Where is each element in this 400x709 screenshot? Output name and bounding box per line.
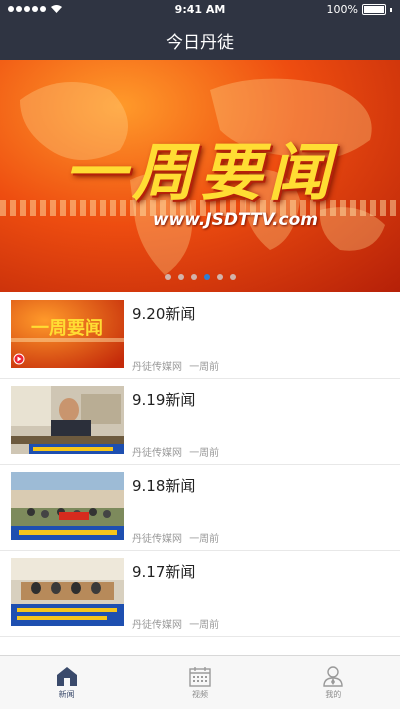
pager-dot[interactable] — [216, 274, 223, 280]
user-icon — [323, 666, 344, 687]
news-time: 一周前 — [189, 448, 220, 459]
banner-carousel[interactable]: 一周要闻 www.JSDTTV.com — [0, 60, 400, 292]
news-thumbnail — [11, 386, 124, 454]
news-thumbnail — [11, 472, 124, 540]
battery-percent: 100% — [326, 3, 358, 16]
tab-label: 新闻 — [58, 690, 75, 699]
news-title: 9.18新闻 — [132, 477, 196, 495]
news-meta: 丹徒传媒网 一周前 — [132, 530, 219, 545]
tab-label: 我的 — [325, 690, 342, 699]
news-time: 一周前 — [189, 362, 220, 373]
battery-icon — [362, 4, 386, 15]
tab-label: 视频 — [191, 690, 208, 699]
carousel-pager — [0, 274, 400, 280]
pager-dot[interactable] — [229, 274, 236, 280]
banner-url: www.JSDTTV.com — [152, 210, 318, 230]
news-item[interactable]: 9.18新闻 丹徒传媒网 一周前 — [0, 464, 400, 551]
news-item[interactable]: 一周要闻 9.20新闻 丹徒传媒网 一周前 — [0, 292, 400, 379]
news-time: 一周前 — [189, 534, 220, 545]
status-bar: 9:41 AM 100% — [0, 0, 400, 20]
pager-dot[interactable] — [164, 274, 171, 280]
tab-video[interactable]: 视频 — [133, 656, 266, 709]
page-title: 今日丹徒 — [166, 32, 234, 53]
news-item[interactable]: 9.17新闻 丹徒传媒网 一周前 — [0, 550, 400, 637]
news-source: 丹徒传媒网 — [132, 534, 182, 545]
news-meta: 丹徒传媒网 一周前 — [132, 616, 219, 631]
news-list[interactable]: 一周要闻 9.20新闻 丹徒传媒网 一周前 9.19新闻 丹徒传媒网 一周前 9… — [0, 292, 400, 655]
news-time: 一周前 — [189, 620, 220, 631]
battery-indicator: 100% — [327, 3, 392, 16]
news-source: 丹徒传媒网 — [132, 448, 182, 459]
news-title: 9.19新闻 — [132, 391, 196, 409]
tab-news[interactable]: 新闻 — [0, 656, 133, 709]
home-icon — [56, 667, 77, 686]
banner-headline: 一周要闻 — [63, 136, 336, 209]
news-title: 9.20新闻 — [132, 305, 196, 323]
nav-bar: 今日丹徒 — [0, 20, 400, 60]
news-source: 丹徒传媒网 — [132, 620, 182, 631]
tab-bar: 新闻 视频 我的 — [0, 655, 400, 709]
news-source: 丹徒传媒网 — [132, 362, 182, 373]
news-meta: 丹徒传媒网 一周前 — [132, 444, 219, 459]
news-title: 9.17新闻 — [132, 563, 196, 581]
news-item[interactable]: 9.19新闻 丹徒传媒网 一周前 — [0, 378, 400, 465]
news-thumbnail: 一周要闻 — [11, 300, 124, 368]
tab-me[interactable]: 我的 — [267, 656, 400, 709]
svg-text:一周要闻: 一周要闻 — [31, 317, 103, 339]
news-thumbnail — [11, 558, 124, 626]
pager-dot[interactable] — [190, 274, 197, 280]
pager-dot[interactable] — [177, 274, 184, 280]
news-meta: 丹徒传媒网 一周前 — [132, 358, 219, 373]
calendar-icon — [189, 667, 211, 687]
pager-dot-active[interactable] — [203, 274, 210, 280]
